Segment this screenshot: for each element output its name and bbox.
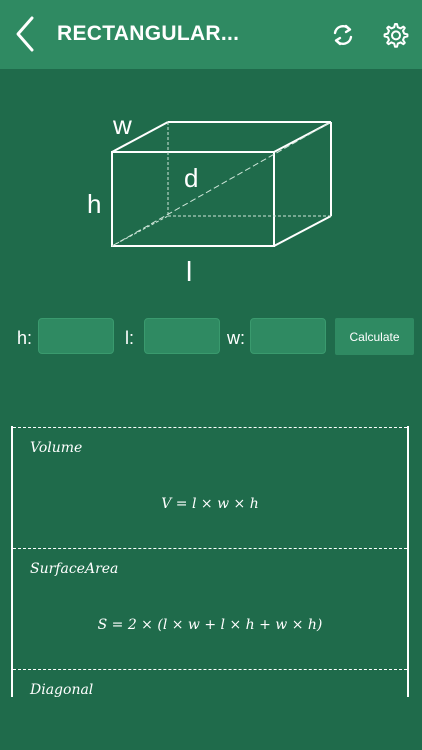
prism-edge (273, 121, 332, 153)
calculate-button[interactable]: Calculate (335, 318, 414, 355)
chevron-left-icon[interactable] (10, 14, 42, 54)
prism-edge (273, 215, 332, 247)
label-w: w (112, 110, 132, 140)
w-input[interactable] (250, 318, 326, 354)
formula-name-surface-area: SurfaceArea (30, 561, 119, 577)
l-input[interactable] (144, 318, 220, 354)
divider (13, 669, 407, 670)
label-l: l (186, 256, 192, 287)
diagonal-line (111, 121, 332, 247)
h-label: h: (17, 328, 33, 348)
w-label: w: (227, 328, 245, 348)
formula-name-volume: Volume (30, 440, 83, 456)
dimension-input-row: h: l: w: Calculate (0, 317, 422, 357)
divider (13, 548, 407, 549)
rectangular-prism-diagram: w h d l (87, 110, 332, 287)
formula-panel: Volume V = l × w × h SurfaceArea S = 2 ×… (11, 426, 409, 697)
formula-volume: V = l × w × h (161, 496, 259, 512)
app-header: RECTANGULAR... (0, 0, 422, 69)
label-d: d (184, 163, 198, 193)
divider (13, 427, 407, 428)
h-input[interactable] (38, 318, 114, 354)
formula-surface-area: S = 2 × (l × w + l × h + w × h) (97, 617, 323, 633)
refresh-icon[interactable] (328, 20, 358, 50)
formula-name-diagonal: Diagonal (30, 682, 94, 697)
label-h: h (87, 189, 101, 219)
l-label: l: (125, 328, 134, 348)
gear-icon[interactable] (380, 20, 410, 50)
page-title: RECTANGULAR... (57, 22, 240, 45)
